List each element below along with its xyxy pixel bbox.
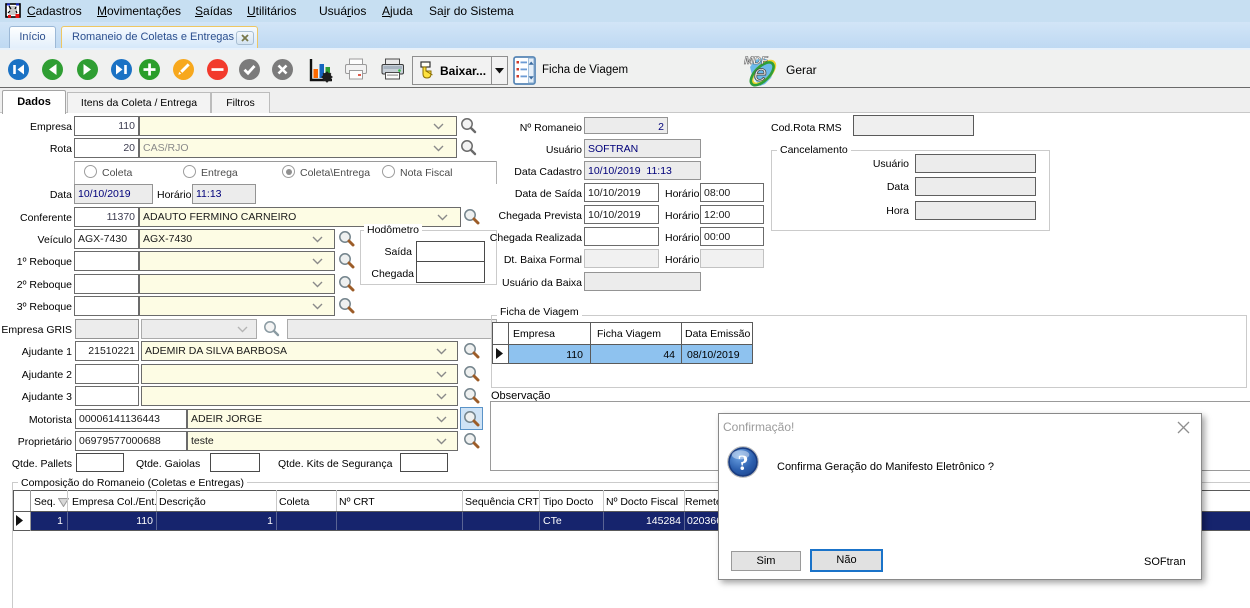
- svg-text:?: ?: [738, 450, 749, 475]
- svg-text:e: e: [754, 60, 767, 86]
